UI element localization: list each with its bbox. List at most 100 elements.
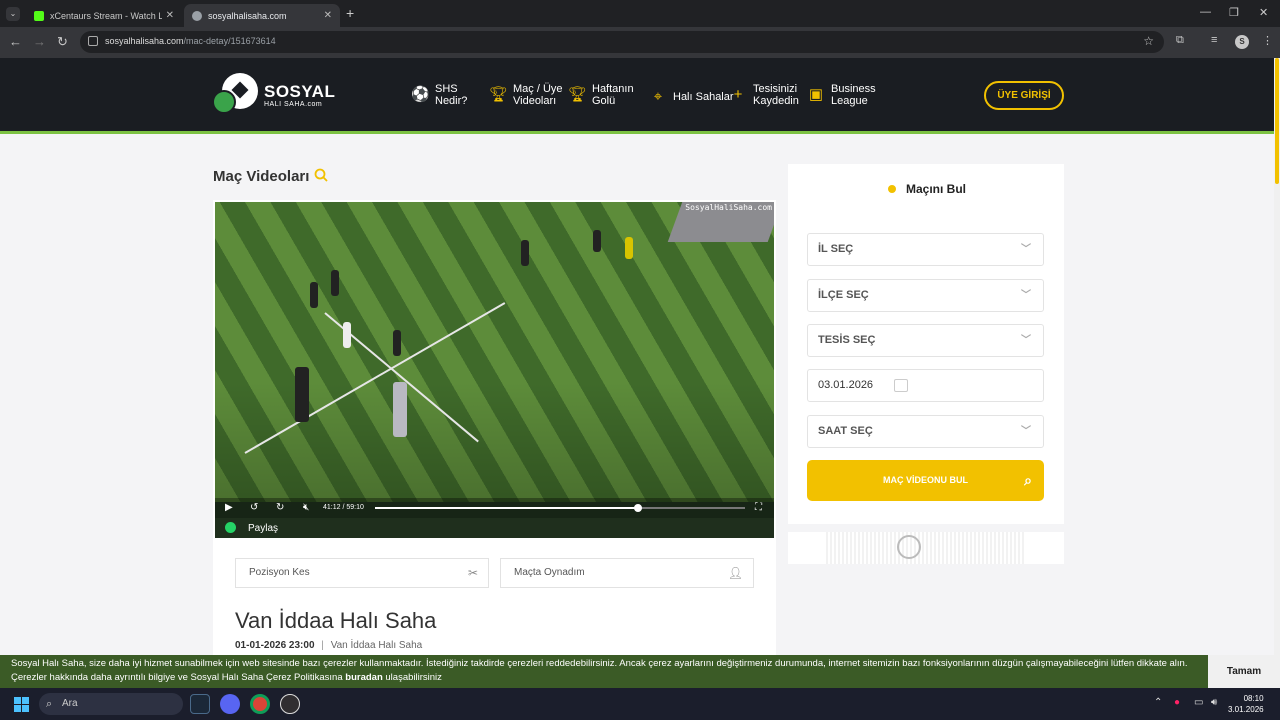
- calendar-icon[interactable]: [894, 379, 908, 392]
- cookie-accept-button[interactable]: Tamam: [1208, 655, 1280, 688]
- forward-10-icon[interactable]: ↻: [276, 502, 284, 513]
- share-label[interactable]: Paylaş: [248, 523, 278, 534]
- chevron-down-icon: ﹀: [1021, 426, 1031, 437]
- mute-icon[interactable]: 🔇︎: [303, 502, 309, 513]
- cut-position-button[interactable]: Pozisyon Kes ✂: [235, 558, 489, 588]
- share-bar: Paylaş: [215, 518, 774, 538]
- select-value: TESİS SEÇ: [818, 334, 876, 346]
- date-value: 03.01.2026: [818, 379, 874, 391]
- reload-icon[interactable]: ↻: [57, 34, 68, 50]
- forward-arrow-icon[interactable]: →: [33, 34, 46, 49]
- nav-label: SHS Nedir?: [435, 83, 468, 107]
- nav-business-league[interactable]: ▣ Business League: [807, 83, 876, 107]
- profile-avatar[interactable]: S: [1235, 35, 1249, 49]
- page-scrollbar[interactable]: [1274, 58, 1280, 688]
- clock-date: 3.01.2026: [1228, 705, 1264, 714]
- nav-label: Tesisinizi Kaydedin: [753, 83, 799, 107]
- video-player[interactable]: SosyalHaliSaha.com ▶ ↺ ↻ 🔇︎ 41:12 / 59:1…: [215, 202, 774, 538]
- whatsapp-icon[interactable]: [225, 522, 236, 533]
- nav-haftanin-golu[interactable]: 🏆︎ Haftanın Golü: [568, 83, 634, 107]
- video-frame: SosyalHaliSaha.com: [215, 202, 774, 502]
- tab-search-button[interactable]: ⌄: [6, 7, 20, 21]
- nav-label: Business League: [831, 83, 876, 107]
- tab-title: sosyalhalisaha.com: [208, 10, 287, 21]
- back-arrow-icon[interactable]: ←: [9, 34, 22, 49]
- member-login-button[interactable]: ÜYE GİRİŞİ: [984, 81, 1064, 110]
- logo-subtitle: HALI SAHA.com: [264, 101, 323, 108]
- cookie-banner: Sosyal Halı Saha, size daha iyi hizmet s…: [0, 655, 1280, 688]
- search-icon[interactable]: [314, 168, 328, 182]
- match-venue: Van İddaa Halı Saha: [330, 640, 423, 651]
- nav-shs-nedir[interactable]: ⚽ SHS Nedir?: [411, 83, 467, 107]
- volume-icon[interactable]: 🔊︎: [1211, 697, 1217, 708]
- close-icon[interactable]: ✕: [166, 10, 174, 21]
- fullscreen-icon[interactable]: ⛶: [755, 502, 762, 513]
- ad-placeholder: [826, 532, 1026, 564]
- play-icon[interactable]: ▶: [225, 502, 233, 513]
- url-text: sosyalhalisaha.com/mac-detay/151673614: [105, 36, 276, 46]
- tray-overflow-icon[interactable]: ⌃: [1154, 697, 1162, 708]
- site-info-icon[interactable]: [88, 36, 98, 46]
- restore-icon[interactable]: ❐: [1229, 6, 1239, 19]
- time-select[interactable]: SAAT SEÇ ﹀: [807, 415, 1044, 448]
- player: [625, 237, 633, 259]
- site-header: SOSYAL HALI SAHA.com: [0, 58, 1280, 134]
- date-field[interactable]: 03.01.2026: [807, 369, 1044, 402]
- finder-title: Maçını Bul: [906, 182, 967, 196]
- chrome-app-icon[interactable]: [250, 694, 270, 714]
- extensions-icon[interactable]: ⧉: [1176, 34, 1184, 47]
- video-progress-bar[interactable]: [375, 504, 745, 512]
- url-field[interactable]: sosyalhalisaha.com/mac-detay/151673614 ☆: [80, 31, 1164, 53]
- cookie-text: Sosyal Halı Saha, size daha iyi hizmet s…: [11, 658, 1188, 683]
- progress-fill: [375, 507, 638, 509]
- player: [331, 270, 339, 296]
- globe-favicon-icon: [192, 10, 202, 21]
- status-dot: [888, 185, 896, 193]
- close-icon[interactable]: ✕: [324, 10, 332, 21]
- find-video-button[interactable]: MAÇ VİDEONU BUL ⌕: [807, 460, 1044, 501]
- browser-tabbar: ⌄ xCentaurs Stream - Watch Live ✕ sosyal…: [0, 0, 1280, 27]
- match-meta: 01-01-2026 23:00 | Van İddaa Halı Saha: [235, 640, 422, 651]
- nav-label: Maç / Üye Videoları: [513, 83, 563, 107]
- bookmark-star-icon[interactable]: ☆: [1143, 34, 1154, 48]
- site-logo[interactable]: SOSYAL HALI SAHA.com: [212, 72, 335, 118]
- steam-app-icon[interactable]: [190, 694, 210, 714]
- taskbar-clock[interactable]: 08:10 3.01.2026: [1228, 693, 1264, 715]
- close-window-icon[interactable]: ✕: [1259, 6, 1268, 19]
- cookie-policy-link[interactable]: buradan: [345, 672, 382, 683]
- player: [593, 230, 601, 252]
- nav-tesisinizi-kaydedin[interactable]: + Tesisinizi Kaydedin: [729, 83, 799, 107]
- windows-start-icon[interactable]: [14, 697, 29, 712]
- chat-bubble-icon: [212, 90, 236, 114]
- clock-time: 08:10: [1243, 694, 1264, 703]
- microphone-icon[interactable]: ●: [1174, 697, 1180, 708]
- plus-icon: +: [733, 86, 743, 103]
- nav-hali-sahalar[interactable]: ⌖ Halı Sahalar: [649, 88, 734, 106]
- minimize-icon[interactable]: —: [1200, 6, 1211, 18]
- district-select[interactable]: İLÇE SEÇ ﹀: [807, 279, 1044, 312]
- rewind-10-icon[interactable]: ↺: [250, 502, 258, 513]
- obs-app-icon[interactable]: [280, 694, 300, 714]
- nav-label: Haftanın Golü: [592, 83, 634, 107]
- logo-title: SOSYAL: [264, 82, 336, 101]
- city-select[interactable]: İL SEÇ ﹀: [807, 233, 1044, 266]
- tab-xcentaurs[interactable]: xCentaurs Stream - Watch Live ✕: [26, 4, 182, 27]
- soccer-ball-icon: [897, 535, 921, 559]
- nav-mac-videolari[interactable]: 🏆︎ Maç / Üye Videoları: [489, 83, 563, 107]
- video-watermark: SosyalHaliSaha.com: [685, 203, 772, 212]
- media-controls-icon[interactable]: ≡: [1211, 34, 1217, 46]
- new-tab-plus-icon[interactable]: +: [346, 5, 354, 21]
- search-placeholder: Ara: [62, 698, 78, 709]
- player: [393, 382, 407, 437]
- tab-sosyalhalisaha[interactable]: sosyalhalisaha.com ✕: [184, 4, 340, 27]
- scrollbar-thumb[interactable]: [1275, 58, 1279, 184]
- taskbar-search[interactable]: ⌕ Ara: [39, 693, 183, 715]
- select-value: İLÇE SEÇ: [818, 289, 869, 301]
- menu-dots-icon[interactable]: ⋮: [1262, 34, 1273, 47]
- display-icon[interactable]: ▭: [1194, 697, 1203, 708]
- player: [343, 322, 351, 348]
- discord-app-icon[interactable]: [220, 694, 240, 714]
- played-in-match-button[interactable]: Maçta Oynadım 👤︎: [500, 558, 754, 588]
- progress-handle[interactable]: [633, 504, 642, 512]
- facility-select[interactable]: TESİS SEÇ ﹀: [807, 324, 1044, 357]
